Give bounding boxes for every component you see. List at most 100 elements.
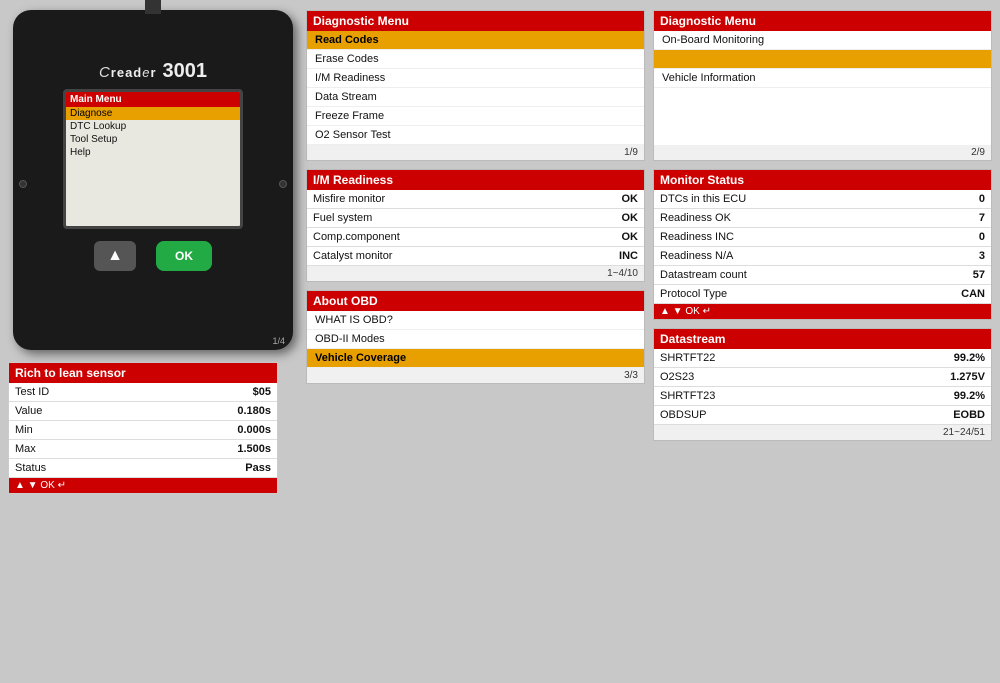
about-obd-item-what[interactable]: WHAT IS OBD? (307, 311, 644, 330)
screen-menu-help[interactable]: Help (66, 146, 240, 159)
im-readiness-header: I/M Readiness (307, 170, 644, 190)
model-label: 3001 (163, 60, 208, 83)
screen-header: Main Menu (66, 92, 240, 107)
ds-label-obdsup: OBDSUP (660, 409, 706, 421)
about-obd-item-coverage[interactable]: Vehicle Coverage (307, 349, 644, 368)
ms-row-datastream: Datastream count 57 (654, 266, 991, 285)
screen-menu-toolsetup[interactable]: Tool Setup (66, 133, 240, 146)
im-row-fuel: Fuel system OK (307, 209, 644, 228)
screw-right (279, 180, 287, 188)
footer-controls: ▲ ▼ OK ↵ (15, 480, 66, 491)
diag-menu-item-im-readiness[interactable]: I/M Readiness (307, 69, 644, 88)
im-row-misfire: Misfire monitor OK (307, 190, 644, 209)
brand-label: Creader (99, 64, 157, 81)
ms-label-datastream: Datastream count (660, 269, 747, 281)
im-row-comp: Comp.component OK (307, 228, 644, 247)
diag-menu-item-evap[interactable]: Evap-System(Mode$ 8) (654, 50, 991, 69)
diag-menu-item-freeze-frame[interactable]: Freeze Frame (307, 107, 644, 126)
ms-value-dtcs: 0 (979, 193, 985, 205)
ms-value-ok: 7 (979, 212, 985, 224)
main-container: Creader 3001 Main Menu Diagnose DTC Look… (0, 0, 1000, 683)
ms-label-na: Readiness N/A (660, 250, 733, 262)
diagnostic-menu-1-panel: Diagnostic Menu Read Codes Erase Codes I… (306, 10, 645, 161)
monitor-status-header: Monitor Status (654, 170, 991, 190)
table-row: Value 0.180s (9, 402, 277, 421)
datastream-footer: 21~24/51 (654, 425, 991, 440)
right-column: Diagnostic Menu On-Board Monitoring Evap… (653, 10, 992, 441)
ds-label-o2s23: O2S23 (660, 371, 694, 383)
label-min: Min (9, 421, 144, 440)
device-buttons: ▲ OK (94, 241, 212, 271)
ds-row-o2s23: O2S23 1.275V (654, 368, 991, 387)
label-value: Value (9, 402, 144, 421)
value-test-id: $05 (144, 383, 277, 402)
ms-label-protocol: Protocol Type (660, 288, 727, 300)
diag-menu-item-onboard[interactable]: On-Board Monitoring (654, 31, 991, 50)
table-row: Status Pass (9, 459, 277, 478)
diag-menu-1-header: Diagnostic Menu (307, 11, 644, 31)
diagnostic-menu-2-panel: Diagnostic Menu On-Board Monitoring Evap… (653, 10, 992, 161)
triangle-icon: ▲ (107, 247, 123, 265)
ok-label: OK (175, 249, 193, 263)
diag-menu-item-read-codes[interactable]: Read Codes (307, 31, 644, 50)
im-readiness-body: Misfire monitor OK Fuel system OK Comp.c… (307, 190, 644, 266)
screen-menu-diagnose[interactable]: Diagnose (66, 107, 240, 120)
device-image: Creader 3001 Main Menu Diagnose DTC Look… (13, 10, 293, 350)
ms-row-dtcs: DTCs in this ECU 0 (654, 190, 991, 209)
im-value-fuel: OK (622, 212, 639, 224)
rich-to-lean-panel: Rich to lean sensor Test ID $05 Value 0.… (8, 362, 278, 494)
im-value-comp: OK (622, 231, 639, 243)
device-column: Creader 3001 Main Menu Diagnose DTC Look… (8, 10, 298, 494)
im-value-misfire: OK (622, 193, 639, 205)
triangle-button[interactable]: ▲ (94, 241, 136, 271)
im-value-catalyst: INC (619, 250, 638, 262)
cable (145, 0, 161, 14)
value-min: 0.000s (144, 421, 277, 440)
monitor-status-body: DTCs in this ECU 0 Readiness OK 7 Readin… (654, 190, 991, 304)
ds-value-shrtft23: 99.2% (954, 390, 985, 402)
diag-menu-item-erase-codes[interactable]: Erase Codes (307, 50, 644, 69)
ms-row-ok: Readiness OK 7 (654, 209, 991, 228)
datastream-body: SHRTFT22 99.2% O2S23 1.275V SHRTFT23 99.… (654, 349, 991, 425)
rich-to-lean-table: Test ID $05 Value 0.180s Min 0.000s Max … (9, 383, 277, 478)
ms-value-protocol: CAN (961, 288, 985, 300)
rich-to-lean-header: Rich to lean sensor (9, 363, 277, 383)
ms-value-na: 3 (979, 250, 985, 262)
ms-label-ok: Readiness OK (660, 212, 731, 224)
value-status: Pass (144, 459, 277, 478)
value-max: 1.500s (144, 440, 277, 459)
diag-menu-item-data-stream[interactable]: Data Stream (307, 88, 644, 107)
ds-label-shrtft22: SHRTFT22 (660, 352, 715, 364)
im-label-fuel: Fuel system (313, 212, 372, 224)
table-row: Min 0.000s (9, 421, 277, 440)
about-obd-item-modes[interactable]: OBD-II Modes (307, 330, 644, 349)
im-readiness-panel: I/M Readiness Misfire monitor OK Fuel sy… (306, 169, 645, 282)
im-label-comp: Comp.component (313, 231, 400, 243)
diag-menu-1-footer: 1/9 (307, 145, 644, 160)
ds-row-obdsup: OBDSUP EOBD (654, 406, 991, 425)
ms-value-datastream: 57 (973, 269, 985, 281)
diag-menu-item-vehicle-info[interactable]: Vehicle Information (654, 69, 991, 88)
ds-row-shrtft23: SHRTFT23 99.2% (654, 387, 991, 406)
ds-row-shrtft22: SHRTFT22 99.2% (654, 349, 991, 368)
about-obd-footer: 3/3 (307, 368, 644, 383)
ds-value-shrtft22: 99.2% (954, 352, 985, 364)
device-screen: Main Menu Diagnose DTC Lookup Tool Setup… (63, 89, 243, 229)
ok-button[interactable]: OK (156, 241, 212, 271)
diag-menu-2-footer: 2/9 (654, 145, 991, 160)
monitor-status-panel: Monitor Status DTCs in this ECU 0 Readin… (653, 169, 992, 320)
diag-menu-item-o2-sensor[interactable]: O2 Sensor Test (307, 126, 644, 145)
ms-row-inc: Readiness INC 0 (654, 228, 991, 247)
about-obd-header: About OBD (307, 291, 644, 311)
datastream-panel: Datastream SHRTFT22 99.2% O2S23 1.275V S… (653, 328, 992, 441)
im-row-catalyst: Catalyst monitor INC (307, 247, 644, 266)
label-status: Status (9, 459, 144, 478)
table-row: Test ID $05 (9, 383, 277, 402)
rich-to-lean-footer: ▲ ▼ OK ↵ (9, 478, 277, 493)
screen-menu-dtc[interactable]: DTC Lookup (66, 120, 240, 133)
screw-left (19, 180, 27, 188)
label-test-id: Test ID (9, 383, 144, 402)
monitor-footer-controls: ▲ ▼ OK ↵ (660, 306, 711, 317)
ms-label-dtcs: DTCs in this ECU (660, 193, 746, 205)
ds-value-o2s23: 1.275V (950, 371, 985, 383)
